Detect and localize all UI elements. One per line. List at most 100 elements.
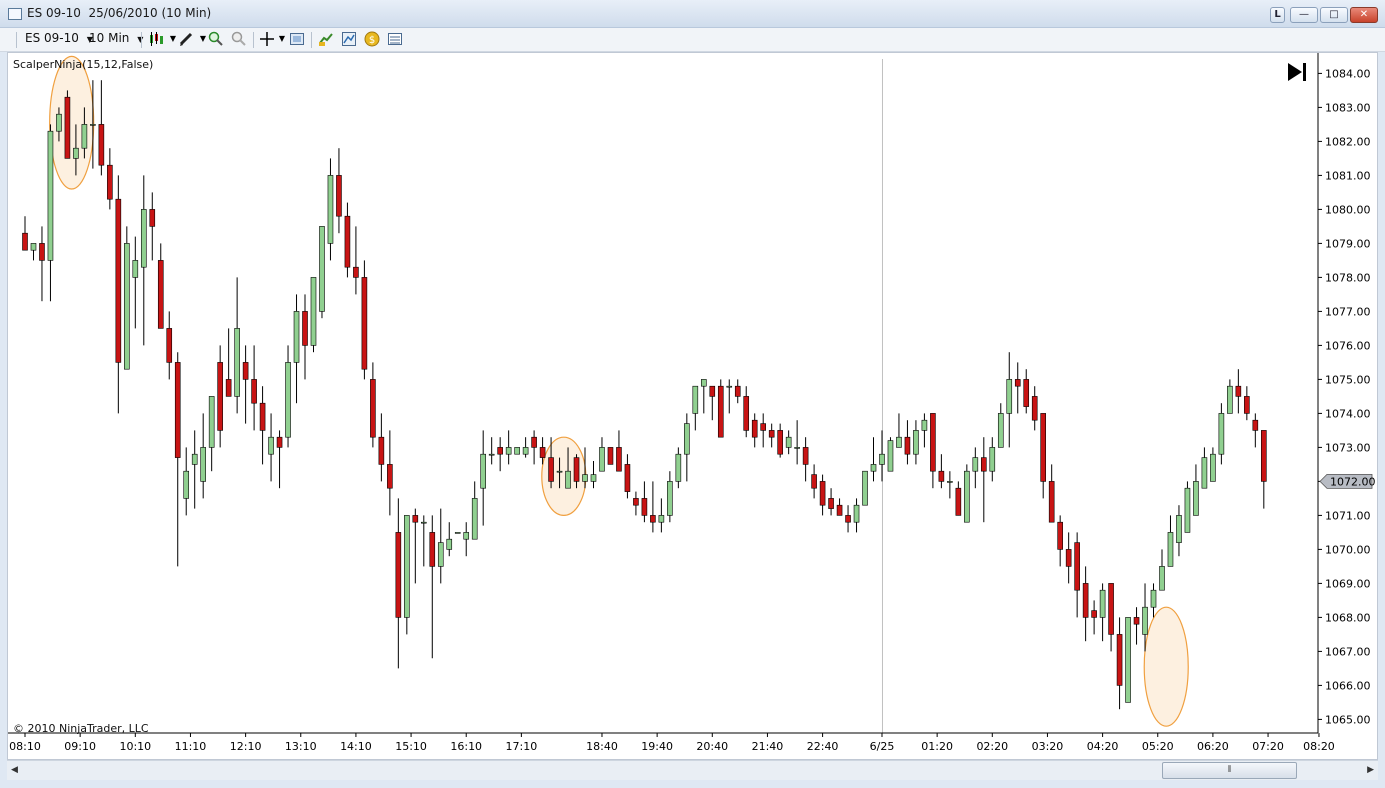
- period-selector[interactable]: 10 Min ▼: [89, 31, 143, 45]
- candle-body: [700, 379, 707, 387]
- pencil-icon[interactable]: [178, 31, 194, 47]
- candle-body: [191, 453, 198, 465]
- candle-body: [412, 515, 419, 523]
- candle-body: [794, 447, 800, 449]
- maximize-button[interactable]: □: [1320, 7, 1348, 23]
- candle-body: [166, 328, 173, 363]
- chevron-down-icon[interactable]: ▼: [274, 31, 290, 47]
- candle-body: [1159, 566, 1165, 591]
- candle-body: [208, 396, 215, 448]
- go-to-end-icon[interactable]: [1288, 63, 1306, 81]
- zoom-out-icon[interactable]: [231, 31, 247, 47]
- candle-body: [828, 498, 834, 509]
- candle-body: [420, 521, 427, 524]
- candle-body: [938, 470, 945, 482]
- instrument-icon[interactable]: [318, 31, 334, 47]
- candle-body: [370, 379, 376, 438]
- candle-body: [285, 362, 291, 438]
- candle-body: [234, 328, 240, 397]
- candle-body: [1176, 515, 1182, 543]
- price-tick-label: 1069.00: [1325, 577, 1371, 590]
- chart-panel[interactable]: 1084.00 1083.00 1082.00 1081.00 1080.00 1079.…: [7, 52, 1378, 760]
- candlestick-icon[interactable]: [148, 31, 164, 47]
- candle-body: [522, 447, 529, 455]
- candle-body: [115, 198, 122, 363]
- price-tick-label: 1068.00: [1325, 611, 1371, 624]
- candle-body: [777, 430, 783, 455]
- candle-body: [437, 542, 444, 567]
- period-label: 10 Min: [89, 31, 130, 45]
- candle-body: [1006, 379, 1013, 414]
- time-tick-label: 05:20: [1142, 740, 1174, 753]
- time-tick-label: 08:10: [9, 740, 41, 753]
- crosshair-icon[interactable]: [259, 31, 275, 47]
- scrollbar-thumb[interactable]: ⦀: [1162, 762, 1297, 779]
- time-tick-label: 6/25: [870, 740, 895, 753]
- minimize-button[interactable]: —: [1290, 7, 1318, 23]
- candle-body: [717, 385, 724, 438]
- price-tick-label: 1079.00: [1325, 237, 1371, 250]
- indicator-icon[interactable]: [341, 31, 357, 47]
- price-tick-label: 1074.00: [1325, 407, 1371, 420]
- candle-body: [225, 379, 232, 397]
- properties-icon[interactable]: [289, 31, 305, 47]
- candle-body: [140, 209, 147, 268]
- candle-body: [1065, 549, 1072, 567]
- candle-body: [862, 470, 868, 506]
- candle-body: [1218, 413, 1225, 455]
- time-tick-label: 01:20: [921, 740, 953, 753]
- candle-body: [548, 457, 554, 482]
- time-tick-label: 16:10: [450, 740, 482, 753]
- window-title: ES 09-10 25/06/2010 (10 Min): [27, 6, 212, 20]
- indicator-label: ScalperNinja(15,12,False): [13, 58, 153, 71]
- candle-body: [1074, 542, 1080, 591]
- close-button[interactable]: ✕: [1350, 7, 1378, 23]
- candle-body: [1040, 413, 1046, 482]
- price-tick-label: 1070.00: [1325, 543, 1371, 556]
- candle-body: [1057, 521, 1063, 550]
- candle-body: [650, 515, 656, 523]
- candle-body: [955, 487, 962, 516]
- signal-highlight-ellipse: [1143, 606, 1189, 727]
- price-chart[interactable]: 1084.00 1083.00 1082.00 1081.00 1080.00 1079.…: [8, 53, 1379, 761]
- candle-body: [327, 175, 334, 244]
- candle-body: [1210, 453, 1216, 482]
- time-tick-label: 20:40: [696, 740, 728, 753]
- horizontal-scrollbar[interactable]: ◀ ⦀ ▶: [7, 760, 1378, 780]
- time-tick-label: 07:20: [1252, 740, 1284, 753]
- candle-body: [1031, 396, 1038, 421]
- candle-body: [251, 379, 257, 404]
- candle-body: [73, 147, 79, 159]
- svg-text:$: $: [369, 35, 375, 46]
- candle-body: [870, 464, 877, 472]
- title-bar[interactable]: ES 09-10 25/06/2010 (10 Min) L — □ ✕: [0, 0, 1385, 28]
- candle-body: [378, 436, 385, 465]
- candle-body: [616, 447, 622, 472]
- candle-body: [633, 498, 639, 506]
- instrument-selector[interactable]: ES 09-10 ▼: [25, 31, 93, 45]
- time-tick-label: 08:20: [1303, 740, 1335, 753]
- candle-body: [1244, 396, 1250, 414]
- candle-body: [1014, 379, 1021, 387]
- candle-body: [47, 130, 54, 261]
- candle-body: [964, 470, 970, 523]
- zoom-in-icon[interactable]: [208, 31, 224, 47]
- price-tick-label: 1081.00: [1325, 169, 1371, 182]
- time-tick-label: 03:20: [1032, 740, 1064, 753]
- candle-body: [429, 532, 436, 567]
- copyright-label: © 2010 NinjaTrader, LLC: [13, 722, 149, 735]
- price-tick-label: 1075.00: [1325, 373, 1371, 386]
- time-tick-label: 10:10: [119, 740, 151, 753]
- scroll-left-arrow-icon[interactable]: ◀: [11, 765, 18, 775]
- candle-body: [1193, 481, 1199, 516]
- candle-body: [590, 474, 597, 482]
- candle-body: [802, 447, 809, 465]
- strategy-icon[interactable]: $: [364, 31, 380, 47]
- candle-body: [565, 470, 571, 489]
- toolbar-separator: [311, 32, 312, 48]
- data-box-icon[interactable]: [387, 31, 403, 47]
- scroll-right-arrow-icon[interactable]: ▶: [1367, 765, 1374, 775]
- candle-body: [743, 396, 750, 431]
- candle-body: [624, 464, 631, 492]
- link-button[interactable]: L: [1270, 7, 1285, 23]
